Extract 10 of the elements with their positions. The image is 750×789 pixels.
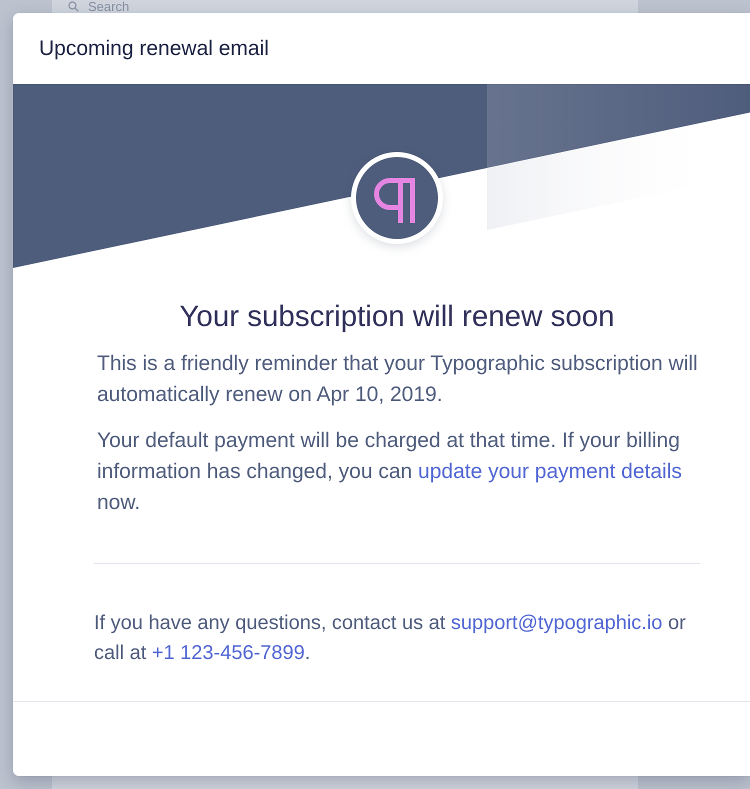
contact-paragraph: If you have any questions, contact us at support@typographic.io or call at +1 123-456-7899. <box>94 611 687 666</box>
email-link[interactable]: support@typographic.io <box>450 612 662 634</box>
search-icon <box>68 1 79 12</box>
modal-title: Upcoming renewal email <box>39 36 269 60</box>
phone-link[interactable]: +1 123-456-7899 <box>152 642 305 664</box>
email-heading: Your subscription will renew soon <box>178 299 616 335</box>
payment-details-link[interactable]: update your payment details <box>418 460 682 483</box>
body-paragraph: Your default payment will be charged at that time. If your billing information has changed, you can update your payment details now. <box>96 428 683 516</box>
search-field[interactable]: Search <box>88 0 136 13</box>
body-paragraph: This is a friendly reminder that your Typographic subscription will automatically renew on Apr 10, 2019. <box>96 351 699 408</box>
